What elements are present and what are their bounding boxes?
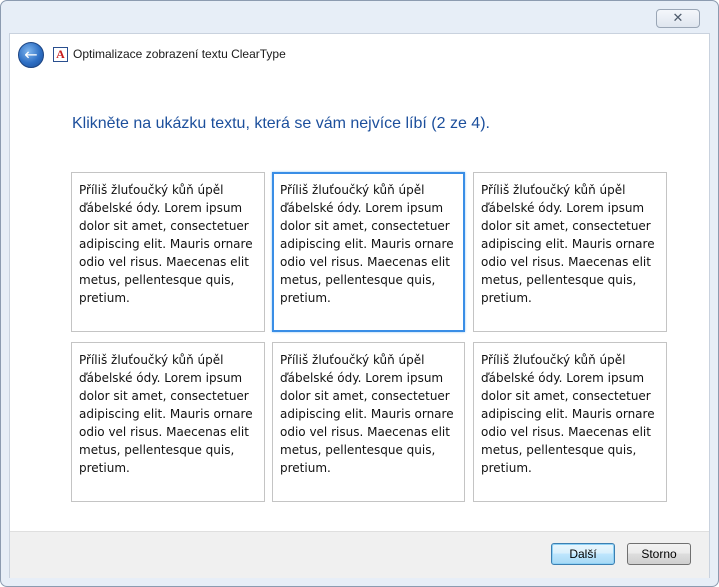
close-icon: ✕: [672, 11, 684, 26]
wizard-content: ← A Optimalizace zobrazení textu ClearTy…: [9, 33, 710, 578]
text-sample-4[interactable]: Příliš žluťoučký kůň úpěl ďábelské ódy. …: [71, 342, 265, 502]
cancel-button[interactable]: Storno: [627, 543, 691, 565]
text-sample-6[interactable]: Příliš žluťoučký kůň úpěl ďábelské ódy. …: [473, 342, 667, 502]
text-sample-5[interactable]: Příliš žluťoučký kůň úpěl ďábelské ódy. …: [272, 342, 465, 502]
text-sample-1[interactable]: Příliš žluťoučký kůň úpěl ďábelské ódy. …: [71, 172, 265, 332]
window-title: Optimalizace zobrazení textu ClearType: [73, 47, 286, 61]
close-button[interactable]: ✕: [656, 9, 700, 28]
next-button[interactable]: Další: [551, 543, 615, 565]
back-button[interactable]: ←: [18, 42, 44, 68]
cleartype-app-icon: A: [53, 47, 68, 62]
back-arrow-icon: ←: [24, 45, 38, 64]
button-bar: Další Storno: [10, 531, 709, 578]
window-frame: ✕ ← A Optimalizace zobrazení textu Clear…: [0, 0, 719, 587]
text-sample-3[interactable]: Příliš žluťoučký kůň úpěl ďábelské ódy. …: [473, 172, 667, 332]
text-sample-2[interactable]: Příliš žluťoučký kůň úpěl ďábelské ódy. …: [272, 172, 465, 332]
page-heading: Klikněte na ukázku textu, která se vám n…: [72, 115, 490, 132]
